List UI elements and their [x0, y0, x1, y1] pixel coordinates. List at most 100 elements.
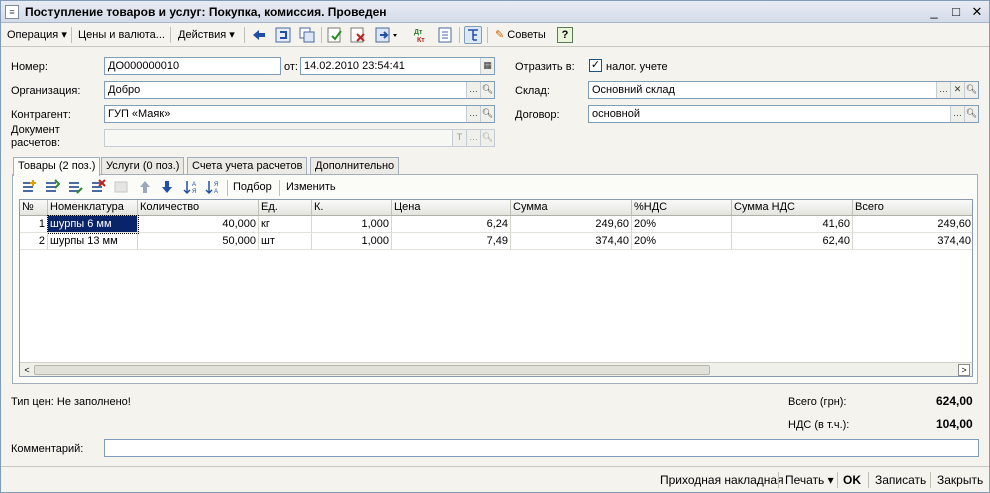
dt-kt-icon[interactable]: Дт Кт	[411, 26, 429, 44]
unpost-icon[interactable]	[349, 26, 367, 44]
vat-sum-cell[interactable]: 41,60	[732, 216, 853, 233]
copy-row-icon[interactable]	[44, 179, 61, 195]
settlement-doc-field[interactable]: T … 🔍︎	[104, 129, 495, 147]
price-cell[interactable]: 6,24	[392, 216, 511, 233]
minimize-button[interactable]: _	[925, 4, 943, 20]
based-on-icon[interactable]	[375, 26, 397, 44]
coefficient-cell[interactable]: 1,000	[312, 233, 392, 250]
tree-icon[interactable]	[464, 26, 482, 44]
open-magnifier-icon[interactable]: 🔍︎	[480, 106, 494, 122]
select-ellipsis-icon[interactable]: …	[936, 82, 950, 98]
operation-menu[interactable]: Операция ▾	[4, 26, 70, 44]
row-number-cell[interactable]: 2	[20, 233, 48, 250]
select-ellipsis-icon[interactable]: …	[466, 82, 480, 98]
close-button[interactable]: Закрыть	[937, 472, 983, 488]
quantity-cell[interactable]: 50,000	[138, 233, 259, 250]
vat-sum-cell[interactable]: 62,40	[732, 233, 853, 250]
column-header[interactable]: Сумма НДС	[732, 200, 853, 216]
prices-button[interactable]: Цены и валюта...	[75, 26, 168, 44]
title-bar: ≡ Поступление товаров и услуг: Покупка, …	[1, 1, 989, 23]
warehouse-field[interactable]: Основний склад … ✕ 🔍︎	[588, 81, 979, 99]
tax-accounting-checkbox[interactable]: ✓	[589, 59, 602, 72]
horizontal-scrollbar[interactable]: < >	[20, 362, 972, 376]
item-cell[interactable]: шурпы 6 мм	[47, 215, 139, 234]
post-icon[interactable]	[326, 26, 344, 44]
quantity-cell[interactable]: 40,000	[138, 216, 259, 233]
goods-table[interactable]: № Номенклатура Количество Ед. К. Цена Су…	[19, 199, 973, 377]
separator	[868, 472, 869, 488]
open-magnifier-icon[interactable]: 🔍︎	[964, 106, 978, 122]
tax-accounting-label: налог. учете	[606, 61, 668, 73]
total-cell[interactable]: 249,60	[853, 216, 972, 233]
sort-desc-icon[interactable]: ЯА	[205, 179, 221, 195]
type-icon[interactable]: T	[452, 130, 466, 146]
unit-cell[interactable]: кг	[259, 216, 312, 233]
select-ellipsis-icon[interactable]: …	[950, 106, 964, 122]
item-cell[interactable]: шурпы 13 мм	[48, 233, 138, 250]
open-magnifier-icon[interactable]: 🔍︎	[480, 82, 494, 98]
actions-menu[interactable]: Действия ▾	[175, 26, 238, 44]
sort-asc-icon[interactable]: АЯ	[183, 179, 199, 195]
select-ellipsis-icon[interactable]: …	[466, 106, 480, 122]
date-field[interactable]: 14.02.2010 23:54:41 ▦	[300, 57, 495, 75]
column-header[interactable]: Номенклатура	[48, 200, 138, 216]
comment-field[interactable]	[104, 439, 979, 457]
invoice-button[interactable]: Приходная накладная	[660, 472, 784, 488]
tab-additional[interactable]: Дополнительно	[310, 157, 400, 175]
sum-cell[interactable]: 374,40	[511, 233, 632, 250]
scrollbar-thumb[interactable]	[34, 365, 710, 375]
tab-settlement-accounts[interactable]: Счета учета расчетов	[187, 157, 308, 175]
structure-icon[interactable]	[436, 26, 454, 44]
end-edit-icon[interactable]	[113, 179, 129, 195]
column-header[interactable]: Ед.	[259, 200, 312, 216]
change-button[interactable]: Изменить	[286, 178, 336, 196]
contract-field[interactable]: основной … 🔍︎	[588, 105, 979, 123]
vat-rate-cell[interactable]: 20%	[632, 216, 732, 233]
column-header[interactable]: Количество	[138, 200, 259, 216]
column-header[interactable]: №	[20, 200, 48, 216]
column-header[interactable]: Сумма	[511, 200, 632, 216]
close-window-button[interactable]: ✕	[968, 4, 986, 20]
organization-field[interactable]: Добро … 🔍︎	[104, 81, 495, 99]
unit-cell[interactable]: шт	[259, 233, 312, 250]
delete-row-icon[interactable]	[90, 179, 106, 195]
number-label: Номер:	[11, 61, 48, 73]
row-number-cell[interactable]: 1	[20, 216, 48, 233]
open-magnifier-icon[interactable]: 🔍︎	[480, 130, 494, 146]
tips-button[interactable]: ✎ Советы	[492, 26, 549, 44]
coefficient-cell[interactable]: 1,000	[312, 216, 392, 233]
edit-row-icon[interactable]	[67, 179, 83, 195]
document-window: ≡ Поступление товаров и услуг: Покупка, …	[0, 0, 990, 493]
open-magnifier-icon[interactable]: 🔍︎	[964, 82, 978, 98]
scroll-left-icon[interactable]: <	[22, 365, 32, 375]
tab-services[interactable]: Услуги (0 поз.)	[101, 157, 185, 175]
clear-icon[interactable]: ✕	[950, 82, 964, 98]
selection-button[interactable]: Подбор	[233, 178, 272, 196]
refresh-icon[interactable]	[274, 26, 292, 44]
column-header[interactable]: Всего	[853, 200, 972, 216]
tab-goods[interactable]: Товары (2 поз.)	[13, 157, 101, 176]
price-cell[interactable]: 7,49	[392, 233, 511, 250]
total-cell[interactable]: 374,40	[853, 233, 972, 250]
print-menu[interactable]: Печать ▾	[785, 472, 834, 488]
number-field[interactable]: ДО000000010	[104, 57, 281, 75]
separator	[71, 27, 72, 43]
vat-rate-cell[interactable]: 20%	[632, 233, 732, 250]
scroll-right-icon[interactable]: >	[958, 364, 970, 376]
save-button[interactable]: Записать	[875, 472, 926, 488]
column-header[interactable]: %НДС	[632, 200, 732, 216]
select-ellipsis-icon[interactable]: …	[466, 130, 480, 146]
contractor-field[interactable]: ГУП «Маяк» … 🔍︎	[104, 105, 495, 123]
move-up-icon[interactable]	[137, 179, 153, 195]
add-row-icon[interactable]	[21, 179, 37, 195]
move-down-icon[interactable]	[159, 179, 175, 195]
back-arrow-icon[interactable]	[250, 26, 268, 44]
sum-cell[interactable]: 249,60	[511, 216, 632, 233]
ok-button[interactable]: OK	[843, 472, 861, 488]
column-header[interactable]: Цена	[392, 200, 511, 216]
copy-icon[interactable]	[298, 26, 316, 44]
column-header[interactable]: К.	[312, 200, 392, 216]
maximize-button[interactable]: □	[947, 4, 965, 20]
help-button[interactable]: ?	[557, 27, 573, 43]
calendar-icon[interactable]: ▦	[480, 58, 494, 74]
